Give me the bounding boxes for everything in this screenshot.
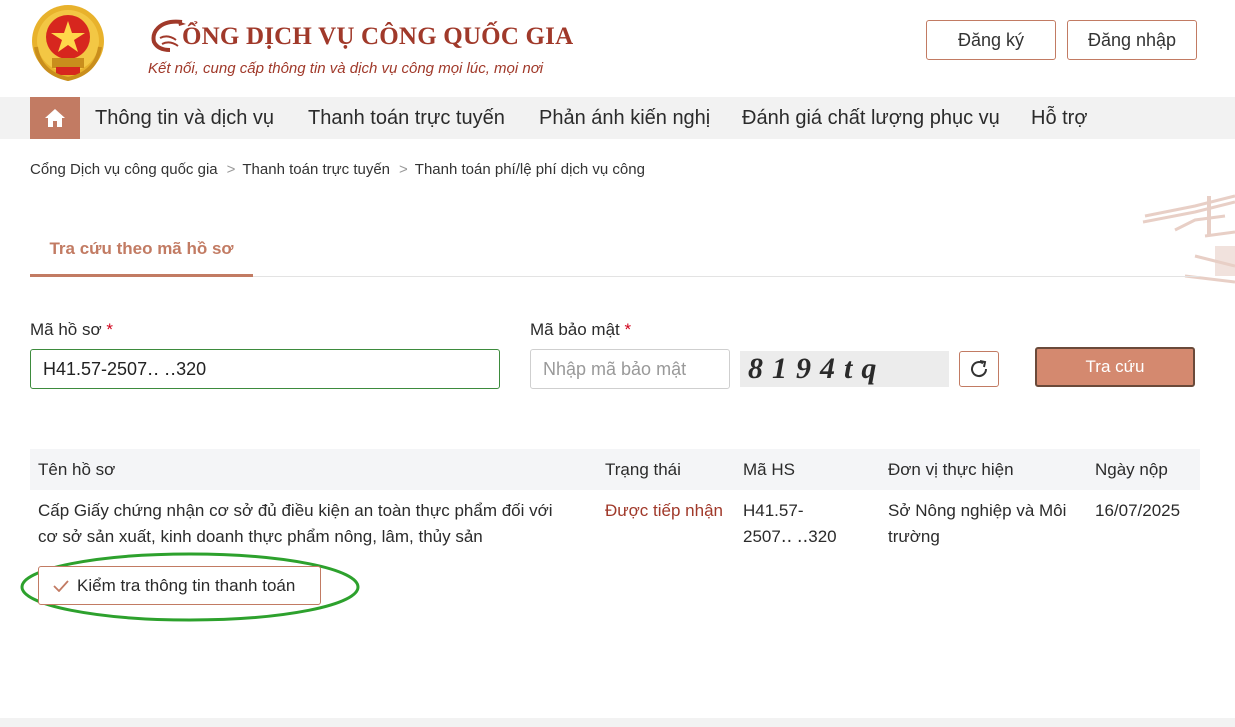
cell-name-line1: Cấp Giấy chứng nhận cơ sở đủ điều kiện a… (38, 501, 553, 520)
nav-item-info-services[interactable]: Thông tin và dịch vụ (95, 97, 274, 139)
home-icon (45, 109, 65, 127)
results-table-header: Tên hồ sơ Trạng thái Mã HS Đơn vị thực h… (30, 449, 1200, 490)
breadcrumb-item-online-payment[interactable]: Thanh toán trực tuyến (242, 161, 390, 178)
column-header-date: Ngày nộp (1095, 460, 1168, 479)
site-subtitle: Kết nối, cung cấp thông tin và dịch vụ c… (148, 60, 544, 77)
captcha-image: 8194tq (740, 351, 949, 387)
check-payment-label: Kiểm tra thông tin thanh toán (77, 575, 296, 595)
hoso-code-label-text: Mã hồ sơ (30, 320, 102, 339)
breadcrumb: Cổng Dịch vụ công quốc gia > Thanh toán … (30, 161, 645, 178)
nav-item-support[interactable]: Hỗ trợ (1031, 97, 1087, 139)
column-header-name: Tên hồ sơ (38, 460, 116, 479)
tab-bar: Tra cứu theo mã hồ sơ (30, 229, 1200, 277)
cell-name-line2: cơ sở sản xuất, kinh doanh thực phẩm nôn… (38, 527, 483, 546)
cell-code: H41.57- 2507‥ ‥320 (743, 498, 837, 550)
breadcrumb-item-current: Thanh toán phí/lệ phí dịch vụ công (414, 161, 645, 178)
footer-strip (0, 718, 1235, 727)
login-button[interactable]: Đăng nhập (1067, 20, 1197, 60)
nav-home-button[interactable] (30, 97, 80, 139)
site-header: ỔNG DỊCH VỤ CÔNG QUỐC GIA Kết nối, cung … (0, 0, 1235, 97)
cell-status: Được tiếp nhận (605, 501, 723, 520)
security-code-input[interactable]: Nhập mã bảo mật (530, 349, 730, 389)
captcha-text: 8194tq (748, 352, 886, 385)
check-icon (53, 579, 69, 592)
breadcrumb-separator: > (226, 161, 236, 178)
required-mark: * (106, 320, 113, 339)
tab-lookup-by-code[interactable]: Tra cứu theo mã hồ sơ (30, 229, 253, 277)
hoso-code-label: Mã hồ sơ * (30, 320, 113, 340)
site-title-text: ỔNG DỊCH VỤ CÔNG QUỐC GIA (182, 23, 574, 50)
column-header-status: Trạng thái (605, 460, 681, 479)
security-code-label-text: Mã bảo mật (530, 320, 620, 339)
search-button[interactable]: Tra cứu (1035, 347, 1195, 387)
breadcrumb-item-home[interactable]: Cổng Dịch vụ công quốc gia (30, 161, 218, 178)
nav-item-feedback[interactable]: Phản ánh kiến nghị (539, 97, 710, 139)
main-nav: Thông tin và dịch vụ Thanh toán trực tuy… (0, 97, 1235, 139)
column-header-code: Mã HS (743, 460, 795, 479)
captcha-refresh-button[interactable] (959, 351, 999, 387)
refresh-icon (971, 360, 988, 378)
cell-unit-line1: Sở Nông nghiệp và Môi (888, 501, 1067, 520)
hoso-code-input[interactable]: H41.57-2507‥ ‥320 (30, 349, 500, 389)
cell-unit: Sở Nông nghiệp và Môi trường (888, 498, 1066, 550)
breadcrumb-separator: > (399, 161, 408, 178)
register-button[interactable]: Đăng ký (926, 20, 1056, 60)
cell-code-line1: H41.57- (743, 501, 804, 520)
column-header-unit: Đơn vị thực hiện (888, 460, 1014, 479)
site-title[interactable]: ỔNG DỊCH VỤ CÔNG QUỐC GIA (148, 14, 573, 54)
check-payment-button[interactable]: Kiểm tra thông tin thanh toán (38, 566, 321, 605)
national-emblem-icon[interactable] (30, 3, 106, 81)
cell-date: 16/07/2025 (1095, 501, 1181, 520)
cell-unit-line2: trường (888, 527, 940, 546)
cell-name: Cấp Giấy chứng nhận cơ sở đủ điều kiện a… (38, 498, 588, 550)
nav-item-service-rating[interactable]: Đánh giá chất lượng phục vụ (742, 97, 1000, 139)
required-mark: * (624, 320, 632, 339)
security-code-label: Mã bảo mật * (530, 320, 631, 340)
cell-code-line2: 2507‥ ‥320 (743, 527, 837, 546)
nav-item-online-payment[interactable]: Thanh toán trực tuyến (308, 97, 505, 139)
